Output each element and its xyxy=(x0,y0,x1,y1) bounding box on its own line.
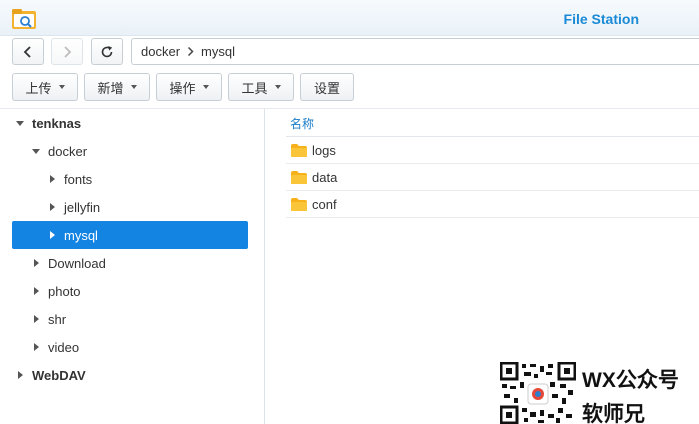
refresh-icon xyxy=(101,45,113,57)
tree-item-docker[interactable]: docker xyxy=(30,137,248,165)
caret-down-icon xyxy=(130,85,137,89)
tree-item-label: video xyxy=(48,339,80,355)
tools-label: 工具 xyxy=(241,80,268,96)
settings-label: 设置 xyxy=(313,80,340,96)
forward-button[interactable] xyxy=(51,38,83,65)
window-title: File Station xyxy=(563,11,639,27)
qr-code-icon xyxy=(500,362,576,424)
path-segment-mysql[interactable]: mysql xyxy=(201,44,235,59)
chevron-right-icon xyxy=(64,45,72,58)
file-row-conf[interactable]: conf xyxy=(286,191,699,218)
back-button[interactable] xyxy=(12,38,44,65)
chevron-right-icon xyxy=(187,46,194,57)
folder-icon xyxy=(291,170,307,184)
tools-button[interactable]: 工具 xyxy=(228,73,294,101)
watermark-line1: WX公众号 xyxy=(582,369,679,392)
upload-button[interactable]: 上传 xyxy=(12,73,78,101)
expand-down-icon[interactable] xyxy=(30,145,42,157)
tree-item-jellyfin[interactable]: jellyfin xyxy=(46,193,248,221)
caret-down-icon xyxy=(202,85,209,89)
tree-item-label: WebDAV xyxy=(32,367,86,383)
caret-down-icon xyxy=(274,85,281,89)
caret-down-icon xyxy=(58,85,65,89)
tree-item-label: mysql xyxy=(64,227,98,243)
navigation-bar: docker mysql xyxy=(0,36,699,68)
expand-right-icon[interactable] xyxy=(30,341,42,353)
chevron-left-icon xyxy=(23,45,31,58)
action-button[interactable]: 操作 xyxy=(156,73,222,101)
expand-right-icon[interactable] xyxy=(30,257,42,269)
settings-button[interactable]: 设置 xyxy=(300,73,354,101)
tree-item-label: Download xyxy=(48,255,106,271)
title-bar: File Station xyxy=(0,0,699,36)
action-label: 操作 xyxy=(169,80,196,96)
tree-item-webdav[interactable]: WebDAV xyxy=(14,361,248,389)
refresh-button[interactable] xyxy=(91,38,123,65)
file-name: conf xyxy=(312,196,337,212)
path-segment-docker[interactable]: docker xyxy=(141,44,180,59)
folder-icon xyxy=(291,197,307,211)
file-station-icon xyxy=(12,9,36,29)
tree-item-label: fonts xyxy=(64,171,93,187)
tree-item-photo[interactable]: photo xyxy=(30,277,248,305)
expand-right-icon[interactable] xyxy=(46,229,58,241)
tree-item-shr[interactable]: shr xyxy=(30,305,248,333)
column-header-name[interactable]: 名称 xyxy=(290,115,314,132)
tree-item-label: jellyfin xyxy=(64,199,101,215)
upload-label: 上传 xyxy=(25,80,52,96)
folder-icon xyxy=(291,143,307,157)
tree-item-label: photo xyxy=(48,283,81,299)
path-bar[interactable]: docker mysql xyxy=(131,38,699,65)
expand-right-icon[interactable] xyxy=(30,313,42,325)
expand-right-icon[interactable] xyxy=(46,173,58,185)
folder-tree: tenknas docker fonts jellyfin mysql Down… xyxy=(0,109,265,424)
tree-item-video[interactable]: video xyxy=(30,333,248,361)
create-button[interactable]: 新增 xyxy=(84,73,150,101)
expand-down-icon[interactable] xyxy=(14,117,26,129)
file-row-data[interactable]: data xyxy=(286,164,699,191)
tree-item-fonts[interactable]: fonts xyxy=(46,165,248,193)
file-row-logs[interactable]: logs xyxy=(286,137,699,164)
tree-item-download[interactable]: Download xyxy=(30,249,248,277)
file-name: logs xyxy=(312,142,336,158)
toolbar: 上传 新增 操作 工具 设置 xyxy=(0,72,699,104)
tree-item-mysql[interactable]: mysql xyxy=(12,221,248,249)
file-name: data xyxy=(312,169,338,185)
expand-right-icon[interactable] xyxy=(46,201,58,213)
tree-item-label: tenknas xyxy=(32,115,82,131)
expand-right-icon[interactable] xyxy=(14,369,26,381)
tree-item-label: shr xyxy=(48,311,67,327)
tree-item-tenknas[interactable]: tenknas xyxy=(14,109,248,137)
create-label: 新增 xyxy=(97,80,124,96)
watermark-line2: 软师兄 xyxy=(582,403,645,424)
watermark: WX公众号 软师兄 xyxy=(500,362,699,424)
tree-item-label: docker xyxy=(48,143,88,159)
expand-right-icon[interactable] xyxy=(30,285,42,297)
